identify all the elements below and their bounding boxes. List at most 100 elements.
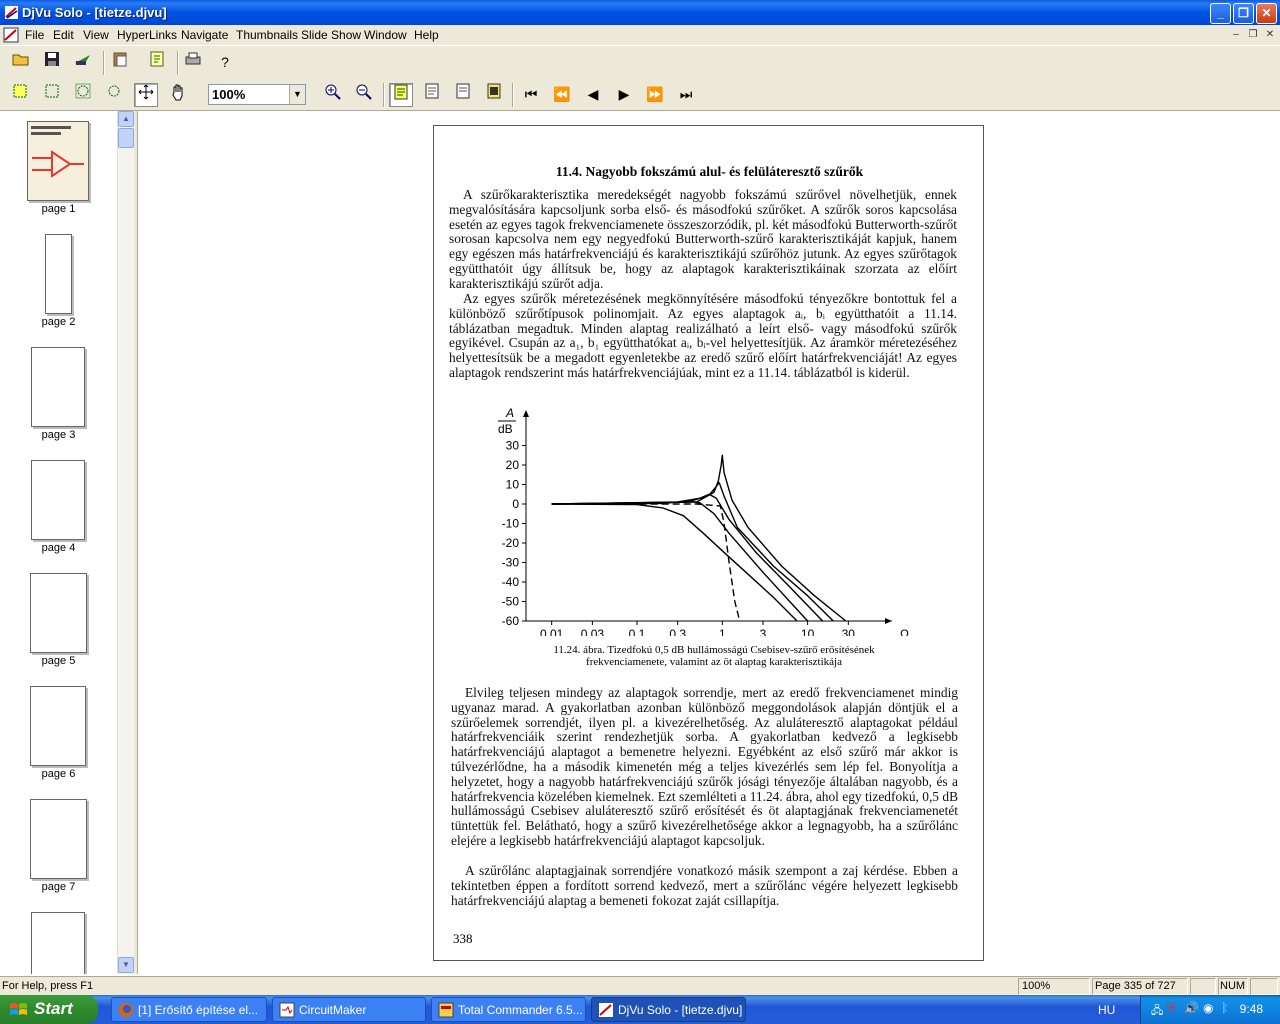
- start-button[interactable]: Start: [0, 995, 98, 1024]
- document-icon[interactable]: [3, 27, 19, 43]
- menu-edit[interactable]: Edit: [53, 28, 74, 42]
- status-num-panel: NUM: [1218, 978, 1248, 995]
- next-page-icon[interactable]: ▶: [612, 83, 636, 107]
- select-region-icon[interactable]: [40, 83, 64, 107]
- save-icon[interactable]: [40, 51, 64, 75]
- thumbnail-page-7[interactable]: [30, 799, 87, 879]
- menu-navigate[interactable]: Navigate: [181, 28, 228, 42]
- select-oval-icon[interactable]: [71, 83, 95, 107]
- thumbnail-scrollbar[interactable]: ▲ ▼: [117, 111, 134, 974]
- series-line-1: [551, 503, 741, 622]
- actual-size-icon[interactable]: [482, 83, 506, 107]
- view-toolbar: 100% ▼ ⏮ ⏪ ◀ ▶ ⏩ ⏭: [0, 78, 1280, 111]
- send-icon[interactable]: [71, 51, 95, 75]
- language-indicator[interactable]: HU: [1098, 1003, 1115, 1017]
- scroll-down-icon[interactable]: ▼: [118, 957, 134, 973]
- y-tick-label: 30: [506, 439, 520, 453]
- document-page[interactable]: 11.4. Nagyobb fokszámú alul- és felüláte…: [433, 125, 984, 961]
- mdi-close-button[interactable]: ✕: [1263, 28, 1277, 42]
- thumbnail-label: page 4: [41, 542, 76, 554]
- restore-button[interactable]: ❐: [1233, 3, 1254, 24]
- clock[interactable]: 9:48: [1240, 1002, 1263, 1016]
- thumbnail-page-6[interactable]: [30, 686, 86, 766]
- help-icon[interactable]: ?: [213, 51, 237, 75]
- close-button[interactable]: ✕: [1256, 3, 1277, 24]
- prev-ten-pages-icon[interactable]: ⏪: [550, 83, 574, 107]
- system-tray: 🖧 ⛨ 🔊 ◉ ᛒ 9:48: [1140, 995, 1280, 1024]
- mdi-restore-button[interactable]: ❐: [1246, 28, 1260, 42]
- pan-icon[interactable]: [134, 83, 158, 107]
- start-label: Start: [34, 999, 73, 1018]
- scroll-thumb[interactable]: [118, 128, 134, 148]
- task-circuitmaker[interactable]: CircuitMaker: [272, 997, 426, 1022]
- series-line-2: [551, 503, 798, 622]
- paste-icon[interactable]: [108, 51, 132, 75]
- fit-page-icon[interactable]: [420, 83, 444, 107]
- djvu-app-icon: [599, 1003, 613, 1017]
- scroll-up-icon[interactable]: ▲: [118, 111, 134, 127]
- y-tick-label: -50: [502, 595, 520, 609]
- thumbnail-page-2[interactable]: [45, 234, 72, 314]
- status-zoom-panel: 100%: [1018, 978, 1090, 995]
- first-page-icon[interactable]: ⏮: [519, 83, 543, 107]
- menu-slide-show[interactable]: Slide Show: [301, 28, 361, 42]
- menu-help[interactable]: Help: [414, 28, 439, 42]
- y-tick-label: 0: [512, 497, 519, 511]
- task-firefox[interactable]: [1] Erősítő építése el...: [111, 997, 267, 1022]
- menu-file[interactable]: File: [25, 28, 44, 42]
- x-tick-label: 0,1: [629, 627, 646, 636]
- task-label: [1] Erősítő építése el...: [138, 1003, 259, 1017]
- y-axis-arrow: [523, 410, 529, 417]
- menu-hyperlinks[interactable]: HyperLinks: [117, 28, 177, 42]
- y-tick-label: -60: [502, 614, 520, 628]
- last-page-icon[interactable]: ⏭: [674, 83, 698, 107]
- select-polygon-icon[interactable]: [102, 83, 126, 107]
- thumbnail-page-3[interactable]: [31, 347, 85, 427]
- volume-icon[interactable]: 🔊: [1184, 1001, 1199, 1015]
- zoom-out-icon[interactable]: [352, 83, 376, 107]
- next-ten-pages-icon[interactable]: ⏩: [643, 83, 667, 107]
- menu-thumbnails[interactable]: Thumbnails: [236, 28, 298, 42]
- task-total-commander[interactable]: Total Commander 6.5...: [431, 997, 586, 1022]
- mdi-minimize-button[interactable]: –: [1229, 28, 1243, 42]
- paragraph-1: A szűrőkarakterisztika meredekségét nagy…: [449, 187, 957, 291]
- thumbnail-page-1[interactable]: [27, 121, 89, 201]
- task-djvu-solo[interactable]: DjVu Solo - [tietze.djvu]: [591, 997, 746, 1022]
- zoom-in-icon[interactable]: [321, 83, 345, 107]
- page-properties-icon[interactable]: [145, 51, 169, 75]
- thumbnail-page-5[interactable]: [30, 573, 87, 653]
- minimize-button[interactable]: _: [1210, 3, 1231, 24]
- page-heading: 11.4. Nagyobb fokszámú alul- és felüláte…: [555, 164, 864, 179]
- hand-icon[interactable]: [166, 83, 190, 107]
- thumbnail-label: page 6: [41, 768, 76, 780]
- status-blank-panel: [1190, 978, 1216, 995]
- x-tick-label: 3: [760, 627, 767, 636]
- open-icon[interactable]: [9, 51, 33, 75]
- chevron-down-icon[interactable]: ▼: [289, 85, 305, 104]
- menu-window[interactable]: Window: [364, 28, 407, 42]
- antivirus-icon[interactable]: ⛨: [1167, 1001, 1176, 1016]
- fit-width-icon[interactable]: [451, 83, 475, 107]
- title-bar[interactable]: DjVu Solo - [tietze.djvu] _ ❐ ✕: [0, 0, 1280, 25]
- print-icon[interactable]: [181, 51, 205, 75]
- monitor-icon[interactable]: ◉: [1203, 1001, 1213, 1015]
- figure-caption: 11.24. ábra. Tizedfokú 0,5 dB hullámossá…: [494, 644, 934, 668]
- status-resize-panel: [1250, 978, 1278, 995]
- thumbnail-label: page 2: [41, 316, 76, 328]
- thumbnail-page-8[interactable]: [31, 912, 85, 974]
- paragraph-3: Elvileg teljesen mindegy az alaptagok so…: [451, 685, 958, 848]
- status-page: Page 335 of 727: [1095, 980, 1176, 992]
- network-icon[interactable]: 🖧: [1151, 1002, 1163, 1021]
- caption-line-2: frekvenciamenete, valamint az öt alaptag…: [586, 656, 842, 668]
- prev-page-icon[interactable]: ◀: [581, 83, 605, 107]
- bluetooth-icon[interactable]: ᛒ: [1221, 1001, 1228, 1015]
- select-rect-icon[interactable]: [8, 83, 32, 107]
- menu-view[interactable]: View: [83, 28, 109, 42]
- thumbnail-page-4[interactable]: [31, 460, 85, 540]
- single-page-icon[interactable]: [389, 83, 413, 107]
- caption-line-1: 11.24. ábra. Tizedfokú 0,5 dB hullámossá…: [553, 644, 875, 656]
- window-title: DjVu Solo - [tietze.djvu]: [22, 5, 167, 20]
- windows-logo-icon: [10, 1003, 27, 1015]
- status-zoom: 100%: [1022, 980, 1051, 992]
- zoom-select[interactable]: 100% ▼: [208, 84, 306, 105]
